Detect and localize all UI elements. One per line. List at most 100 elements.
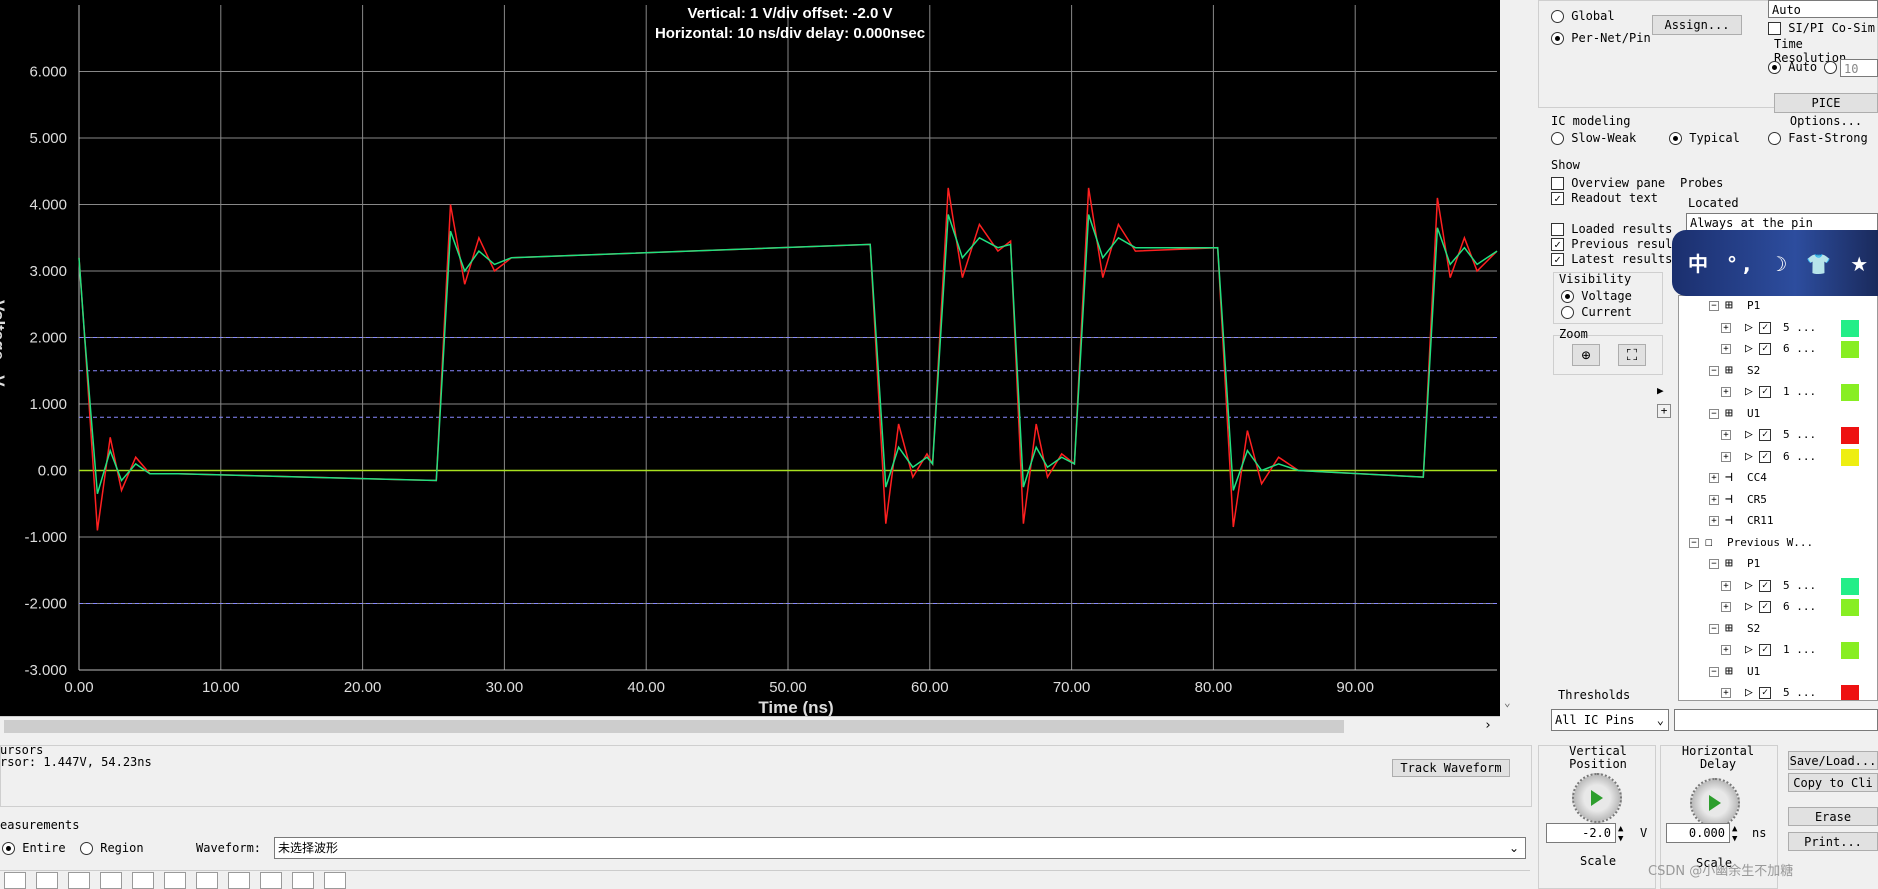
color-swatch[interactable] — [1841, 448, 1859, 466]
expand-toggle-icon[interactable]: − — [1709, 408, 1719, 419]
pin-checkbox[interactable]: ✓ — [1759, 579, 1771, 592]
tree-row[interactable]: + ▷ ✓ 6 ... — [1679, 339, 1877, 359]
expand-toggle-icon[interactable]: + — [1721, 580, 1731, 591]
tree-row[interactable]: + ▷ ✓ 5 ... — [1679, 576, 1877, 596]
spinner-icon[interactable]: ▲ ▼ — [1732, 824, 1737, 844]
probe-tree[interactable]: − ⊞ P1 + ▷ ✓ 5 ... + ▷ ✓ 6 ... − ⊞ S2 + ▷ ✓ 1 ... − ⊞ U1 + ▷ ✓ 5… — [1678, 295, 1878, 701]
waveform-dropdown[interactable]: 未选择波形 ⌄ — [274, 837, 1526, 859]
tree-row[interactable]: + ▷ ✓ 6 ... — [1679, 447, 1877, 467]
expand-toggle-icon[interactable]: + — [1721, 688, 1731, 698]
pin-checkbox[interactable]: ✓ — [1759, 343, 1771, 355]
scope-horizontal-scrollbar[interactable]: › — [0, 716, 1500, 736]
readout-text-checkbox[interactable]: ✓ Readout text — [1551, 191, 1658, 205]
pin-checkbox[interactable]: ✓ — [1759, 601, 1771, 613]
threshold-detail-dropdown[interactable] — [1674, 709, 1878, 731]
expand-toggle-icon[interactable]: + — [1721, 430, 1731, 440]
horizontal-delay-knob[interactable] — [1690, 778, 1740, 828]
tree-row[interactable]: + ▷ ✓ 5 ... — [1679, 683, 1877, 700]
scope-vertical-scrollbar[interactable]: ⌄ — [1500, 0, 1520, 716]
scrollbar-thumb[interactable] — [4, 720, 1344, 733]
voltage-radio[interactable]: Voltage — [1561, 289, 1632, 303]
current-radio[interactable]: Current — [1561, 305, 1632, 319]
color-swatch[interactable] — [1841, 384, 1859, 401]
thresholds-dropdown[interactable]: All IC Pins ⌄ — [1551, 709, 1669, 731]
resolution-value-field[interactable]: 10 — [1840, 59, 1878, 77]
tree-row[interactable]: − ⊞ S2 — [1679, 361, 1877, 381]
expand-toggle-icon[interactable]: − — [1709, 559, 1719, 569]
expand-toggle-icon[interactable]: + — [1709, 494, 1719, 505]
tree-row[interactable]: − ⊞ P1 — [1679, 554, 1877, 574]
tool-icon[interactable] — [68, 872, 90, 889]
add-icon[interactable]: + — [1657, 404, 1671, 418]
tree-row[interactable]: + ▷ ✓ 1 ... — [1679, 640, 1877, 660]
track-waveform-button[interactable]: Track Waveform — [1392, 759, 1510, 777]
spice-options-button[interactable]: PICE Options... — [1774, 93, 1878, 128]
expand-toggle-icon[interactable]: − — [1709, 623, 1719, 634]
region-radio[interactable]: Region — [80, 841, 144, 855]
located-dropdown[interactable]: Always at the pin — [1686, 213, 1878, 231]
expand-toggle-icon[interactable]: + — [1709, 473, 1719, 483]
waveform-plot[interactable]: 0.00 10.00 20.00 30.00 40.00 50.00 60.00 70.00 8… — [0, 0, 1500, 716]
erase-button[interactable]: Erase — [1788, 807, 1878, 826]
zoom-in-icon[interactable]: ⊕ — [1572, 344, 1600, 366]
entire-radio[interactable]: Entire — [2, 841, 66, 855]
expand-toggle-icon[interactable]: + — [1721, 645, 1731, 655]
pin-checkbox[interactable]: ✓ — [1759, 687, 1771, 699]
expand-toggle-icon[interactable]: − — [1689, 537, 1699, 548]
si-pi-checkbox[interactable]: SI/PI Co-Sim — [1768, 21, 1875, 35]
vertical-position-field[interactable]: -2.0 — [1546, 823, 1616, 843]
color-swatch[interactable] — [1841, 642, 1859, 659]
tree-row[interactable]: − ☐ Previous W... — [1679, 533, 1877, 553]
expand-toggle-icon[interactable]: − — [1709, 365, 1719, 376]
typical-radio[interactable]: Typical — [1669, 131, 1740, 145]
spinner-icon[interactable]: ▲ ▼ — [1618, 824, 1623, 844]
expand-toggle-icon[interactable]: + — [1721, 602, 1731, 612]
tree-row[interactable]: + ▷ ✓ 1 ... — [1679, 382, 1877, 402]
color-swatch[interactable] — [1841, 427, 1859, 444]
global-radio[interactable]: Global — [1551, 9, 1615, 23]
tree-row[interactable]: − ⊞ U1 — [1679, 404, 1877, 424]
slow-weak-radio[interactable]: Slow-Weak — [1551, 131, 1636, 145]
tree-row[interactable]: + ▷ ✓ 5 ... — [1679, 425, 1877, 445]
scroll-right-icon[interactable]: › — [1484, 718, 1492, 733]
print-button[interactable]: Print... — [1788, 832, 1878, 851]
tool-icon[interactable] — [4, 872, 26, 889]
tree-row[interactable]: + ⊣ CC4 — [1679, 468, 1877, 488]
scroll-down-icon[interactable]: ⌄ — [1504, 696, 1511, 709]
pin-checkbox[interactable]: ✓ — [1759, 429, 1771, 441]
tool-icon[interactable] — [164, 872, 186, 889]
color-swatch[interactable] — [1841, 685, 1859, 700]
tool-icon[interactable] — [36, 872, 58, 889]
expand-toggle-icon[interactable]: + — [1721, 451, 1731, 462]
expand-toggle-icon[interactable]: + — [1709, 516, 1719, 526]
pin-checkbox[interactable]: ✓ — [1759, 644, 1771, 656]
expand-toggle-icon[interactable]: + — [1721, 387, 1731, 397]
latest-results-checkbox[interactable]: ✓ Latest results — [1551, 252, 1672, 266]
pin-checkbox[interactable]: ✓ — [1759, 386, 1771, 398]
tree-row[interactable]: + ⊣ CR5 — [1679, 490, 1877, 510]
ime-toolbar[interactable]: 中 °, ☽ 👕 ★ — [1672, 230, 1878, 296]
color-swatch[interactable] — [1841, 599, 1859, 616]
tool-icon[interactable] — [292, 872, 314, 889]
expand-toggle-icon[interactable]: + — [1721, 344, 1731, 354]
expand-toggle-icon[interactable]: − — [1709, 301, 1719, 311]
fast-strong-radio[interactable]: Fast-Strong — [1768, 131, 1868, 145]
pin-checkbox[interactable]: ✓ — [1759, 321, 1771, 334]
save-load-button[interactable]: Save/Load... — [1788, 751, 1878, 770]
color-swatch[interactable] — [1841, 341, 1859, 358]
resolution-auto-radio[interactable]: Auto — [1768, 60, 1838, 74]
tool-icon[interactable] — [132, 872, 154, 889]
waveform-display[interactable]: 0.00 10.00 20.00 30.00 40.00 50.00 60.00 70.00 8… — [0, 0, 1500, 716]
loaded-results-checkbox[interactable]: Loaded results — [1551, 222, 1672, 236]
tool-icon[interactable] — [228, 872, 250, 889]
vertical-position-knob[interactable] — [1572, 773, 1622, 823]
expand-toggle-icon[interactable]: − — [1709, 666, 1719, 677]
tool-icon[interactable] — [100, 872, 122, 889]
tree-row[interactable]: − ⊞ S2 — [1679, 619, 1877, 639]
tree-row[interactable]: − ⊞ U1 — [1679, 662, 1877, 682]
tool-icon[interactable] — [324, 872, 346, 889]
tree-row[interactable]: + ▷ ✓ 5 ... — [1679, 318, 1877, 338]
horizontal-delay-field[interactable]: 0.000 — [1666, 823, 1730, 843]
auto-dropdown[interactable]: Auto — [1768, 0, 1878, 18]
color-swatch[interactable] — [1841, 319, 1859, 337]
